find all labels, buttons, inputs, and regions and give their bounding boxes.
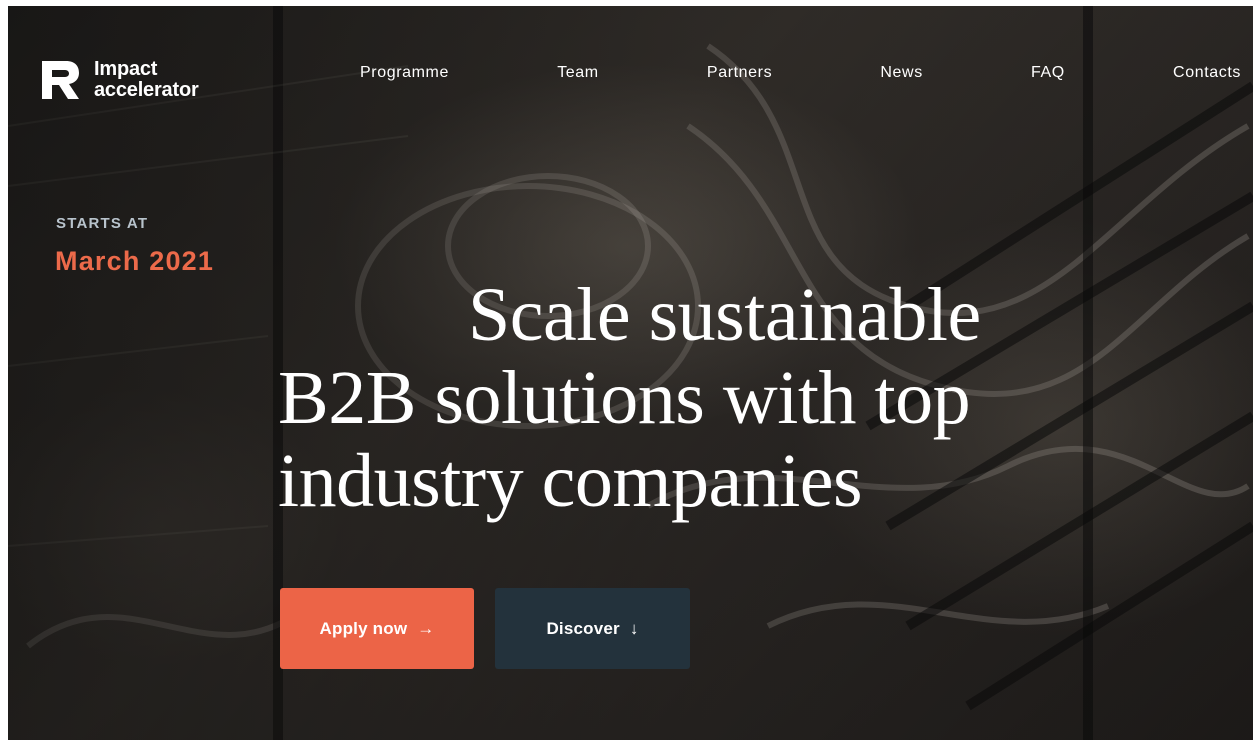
- headline-line-2: B2B solutions with top: [278, 356, 971, 440]
- main-nav: Programme Team Partners News FAQ Contact…: [360, 64, 1241, 82]
- hero-section: Impact accelerator Programme Team Partne…: [8, 6, 1253, 740]
- discover-button[interactable]: Discover ↓: [495, 588, 690, 669]
- starts-at-label: STARTS AT: [56, 215, 149, 232]
- headline-line-1: Scale sustainable: [468, 273, 981, 357]
- hero-headline: Scale sustainable B2B solutions with top…: [278, 274, 1098, 523]
- nav-item-faq[interactable]: FAQ: [1031, 64, 1065, 82]
- brand-name-line2: accelerator: [94, 79, 199, 101]
- apply-now-button[interactable]: Apply now →: [280, 588, 474, 669]
- nav-item-partners[interactable]: Partners: [707, 64, 772, 82]
- nav-item-programme[interactable]: Programme: [360, 64, 449, 82]
- brand-name: Impact accelerator: [94, 59, 199, 101]
- nav-item-contacts[interactable]: Contacts: [1173, 64, 1241, 82]
- nav-item-team[interactable]: Team: [557, 64, 599, 82]
- discover-label: Discover: [546, 618, 620, 638]
- arrow-down-icon: ↓: [629, 618, 639, 638]
- nav-item-news[interactable]: News: [880, 64, 922, 82]
- apply-now-label: Apply now: [319, 618, 408, 638]
- start-date: March 2021: [55, 246, 215, 276]
- brand-name-line1: Impact: [94, 58, 158, 80]
- arrow-right-icon: →: [417, 618, 435, 638]
- headline-line-3: industry companies: [278, 439, 863, 523]
- r-logo-icon: [42, 61, 79, 99]
- brand-logo-link[interactable]: Impact accelerator: [42, 59, 199, 101]
